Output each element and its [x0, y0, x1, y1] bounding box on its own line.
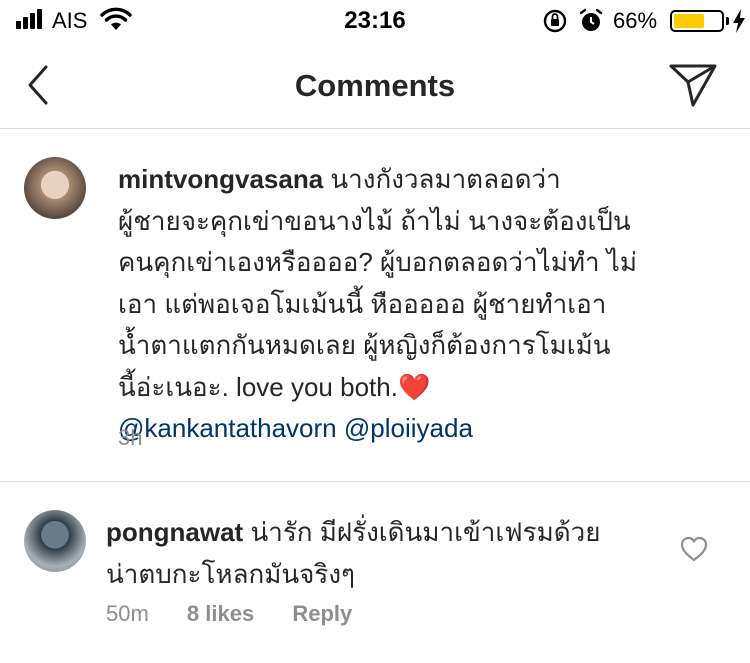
comment-username[interactable]: pongnawat	[106, 517, 243, 547]
comment-line: นางกังวลมาตลอดว่า	[330, 164, 561, 194]
charging-bolt-icon	[733, 9, 745, 33]
heart-outline-icon[interactable]	[680, 536, 708, 562]
comment-item: pongnawat น่ารัก มีฝรั่งเดินมาเข้าเฟรมด้…	[0, 482, 750, 663]
comment-time: 50m	[106, 601, 149, 626]
comment-line: คนคุกเข่าเองหรืออออ? ผู้บอกตลอดว่าไม่ทำ …	[118, 247, 638, 277]
comment-time: 3h	[118, 425, 143, 450]
comment-caption: mintvongvasana นางกังวลมาตลอดว่า ผู้ชายจ…	[0, 129, 750, 481]
comment-text: pongnawat น่ารัก มีฝรั่งเดินมาเข้าเฟรมด้…	[106, 512, 666, 595]
comments-header: Comments	[0, 44, 750, 129]
comment-line: นี้อ่ะเนอะ. love you both.	[118, 371, 398, 402]
likes-count[interactable]: 8 likes	[187, 601, 254, 626]
heart-emoji: ❤️	[397, 371, 431, 402]
mention-link[interactable]: @ploiiyada	[344, 413, 473, 443]
comment-meta: 3h	[118, 425, 174, 451]
alarm-icon	[579, 8, 603, 31]
comment-meta: 50m 8 likes Reply	[106, 601, 384, 627]
battery-percent: 66%	[613, 8, 658, 33]
comment-line: น่ารัก มีฝรั่งเดินมาเข้าเฟรมด้วย	[250, 517, 601, 547]
comment-text: mintvongvasana นางกังวลมาตลอดว่า ผู้ชายจ…	[118, 159, 738, 450]
reply-button[interactable]: Reply	[292, 601, 352, 626]
status-bar: AIS 23:16 66%	[0, 0, 750, 44]
comment-line: เอา แต่พอเจอโมเม้นนี้ หือออออ ผู้ชายทำเอ…	[118, 288, 607, 319]
avatar[interactable]	[24, 157, 86, 219]
page-title: Comments	[294, 68, 456, 103]
comment-line: น้ำตาแตกกันหมดเลย ผู้หญิงก็ต้องการโมเม้น	[118, 330, 611, 360]
direct-share-icon[interactable]	[668, 62, 718, 108]
avatar[interactable]	[24, 510, 86, 572]
battery-icon	[670, 10, 724, 32]
orientation-lock-icon	[543, 9, 567, 33]
comment-line: น่าตบกะโหลกมันจริงๆ	[106, 558, 356, 589]
comment-line: ผู้ชายจะคุกเข่าขอนางไม้ ถ้าไม่ นางจะต้อง…	[118, 205, 631, 236]
comment-username[interactable]: mintvongvasana	[118, 164, 323, 194]
